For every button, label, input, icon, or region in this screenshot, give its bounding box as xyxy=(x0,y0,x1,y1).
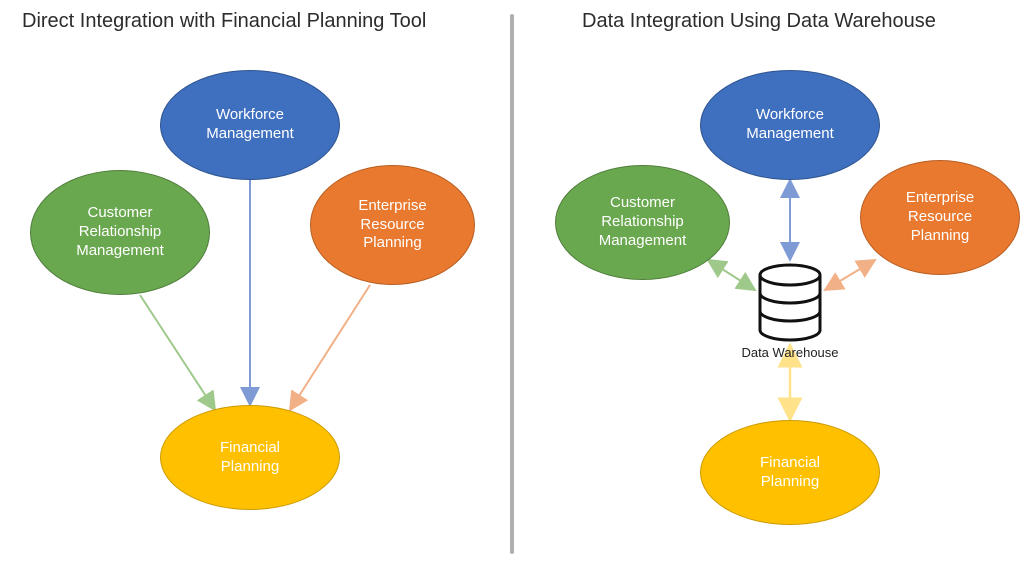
arrow-erp-dw xyxy=(825,260,875,290)
left-title: Direct Integration with Financial Planni… xyxy=(22,10,426,33)
node-crm-left: CustomerRelationshipManagement xyxy=(30,170,210,295)
arrow-crm-dw xyxy=(708,260,755,290)
node-fp-left: FinancialPlanning xyxy=(160,405,340,510)
node-fp-right: FinancialPlanning xyxy=(700,420,880,525)
arrow-erp-to-fp xyxy=(290,285,370,410)
node-crm-right: CustomerRelationshipManagement xyxy=(555,165,730,280)
node-workforce-left: WorkforceManagement xyxy=(160,70,340,180)
arrow-crm-to-fp xyxy=(140,295,215,410)
node-erp-right: EnterpriseResourcePlanning xyxy=(860,160,1020,275)
diagram-stage: Direct Integration with Financial Planni… xyxy=(0,0,1024,564)
right-title: Data Integration Using Data Warehouse xyxy=(582,10,936,33)
data-warehouse-label: Data Warehouse xyxy=(730,345,850,360)
data-warehouse-icon xyxy=(760,265,820,340)
vertical-divider xyxy=(510,14,514,554)
node-erp-left: EnterpriseResourcePlanning xyxy=(310,165,475,285)
node-workforce-right: WorkforceManagement xyxy=(700,70,880,180)
